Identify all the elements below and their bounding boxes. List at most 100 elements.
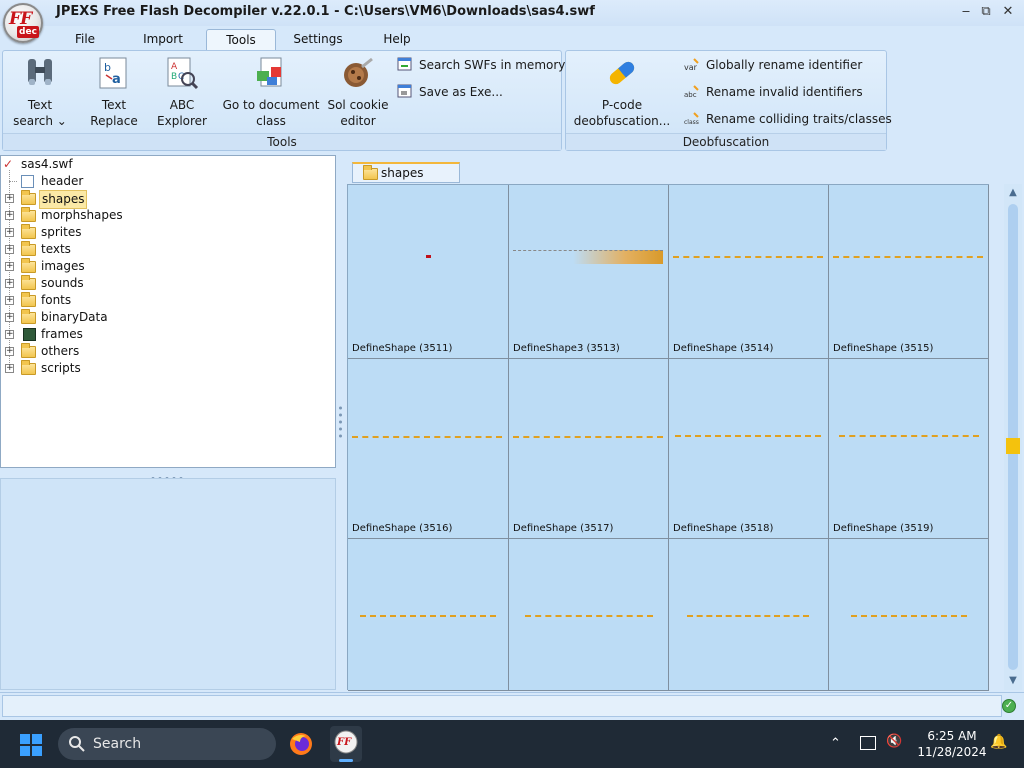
abc-explorer-label-1: ABC — [169, 98, 195, 112]
scroll-down-arrow-icon[interactable]: ▼ — [1004, 672, 1022, 690]
tree-item-morphshapes[interactable]: + morphshapes — [1, 207, 301, 224]
shape-cell[interactable] — [509, 539, 669, 691]
tree-item-sounds[interactable]: + sounds — [1, 275, 301, 292]
tree-item-label: frames — [41, 327, 83, 341]
expand-icon[interactable]: + — [5, 262, 14, 271]
vertical-splitter-handle[interactable] — [338, 405, 343, 439]
expand-icon[interactable]: + — [5, 245, 14, 254]
rename-invalid-identifiers-button[interactable]: abc Rename invalid identifiers — [684, 82, 863, 102]
expand-icon[interactable]: + — [5, 364, 14, 373]
shape-preview — [675, 435, 821, 438]
expand-icon[interactable]: + — [5, 347, 14, 356]
logo-subtext: dec — [17, 26, 39, 38]
taskbar-search-box[interactable]: Search — [58, 728, 276, 760]
shape-cell[interactable]: DefineShape (3517) — [509, 359, 669, 539]
expand-icon[interactable]: + — [5, 296, 14, 305]
tab-import[interactable]: Import — [134, 29, 192, 50]
shape-cell[interactable]: DefineShape (3519) — [829, 359, 989, 539]
shape-cell[interactable]: DefineShape (3518) — [669, 359, 829, 539]
ffdec-taskbar-icon[interactable]: FF — [330, 726, 362, 762]
tree-item-sprites[interactable]: + sprites — [1, 224, 301, 241]
close-button[interactable]: ✕ — [998, 4, 1018, 19]
scrollbar-thumb[interactable] — [1008, 204, 1018, 670]
go-to-class-label-2: class — [256, 114, 286, 128]
tree-item-binarydata[interactable]: + binaryData — [1, 309, 301, 326]
shape-cell[interactable] — [669, 539, 829, 691]
search-icon — [68, 735, 86, 756]
window-title: JPEXS Free Flash Decompiler v.22.0.1 - C… — [56, 4, 595, 19]
minimize-button[interactable]: ‒ — [956, 4, 976, 19]
expand-icon[interactable]: + — [5, 211, 14, 220]
tree-item-others[interactable]: + others — [1, 343, 301, 360]
horizontal-splitter-handle[interactable] — [150, 470, 184, 480]
taskbar-search-label: Search — [93, 736, 142, 752]
title-bar: JPEXS Free Flash Decompiler v.22.0.1 - C… — [0, 0, 1024, 26]
save-as-exe-button[interactable]: Save as Exe... — [397, 82, 503, 102]
tab-help[interactable]: Help — [372, 29, 422, 50]
folder-icon — [21, 190, 36, 205]
shape-cell[interactable] — [829, 539, 989, 691]
tree-item-label: images — [41, 259, 85, 273]
expand-icon[interactable]: + — [5, 279, 14, 288]
expand-icon[interactable]: + — [5, 228, 14, 237]
tree-item-fonts[interactable]: + fonts — [1, 292, 301, 309]
chevron-up-icon[interactable]: ⌃ — [830, 736, 841, 751]
vertical-scrollbar[interactable]: ▲ ▼ — [1004, 184, 1022, 690]
folder-icon — [21, 275, 36, 290]
svg-text:a: a — [112, 72, 121, 87]
cookie-icon — [340, 55, 376, 91]
tree-item-texts[interactable]: + texts — [1, 241, 301, 258]
expand-icon[interactable]: + — [5, 330, 14, 339]
text-search-label-2: search ⌄ — [13, 114, 67, 128]
shape-cell-label: DefineShape3 (3513) — [513, 343, 620, 354]
go-to-document-class-button[interactable]: Go to document class — [219, 53, 323, 129]
shape-cell[interactable]: DefineShape3 (3513) — [509, 185, 669, 359]
network-icon[interactable] — [860, 736, 876, 750]
windows-start-icon[interactable] — [20, 734, 42, 756]
tab-file[interactable]: File — [62, 29, 108, 50]
maximize-button[interactable]: ⧉ — [976, 4, 996, 19]
tab-settings[interactable]: Settings — [286, 29, 350, 50]
svg-text:var: var — [684, 63, 698, 72]
app-window: JPEXS Free Flash Decompiler v.22.0.1 - C… — [0, 0, 1024, 720]
shape-cell[interactable]: DefineShape (3516) — [348, 359, 509, 539]
text-search-button[interactable]: Text search ⌄ — [5, 53, 75, 129]
swf-file-icon: ✓ — [3, 157, 14, 171]
shape-cell[interactable]: DefineShape (3514) — [669, 185, 829, 359]
scroll-up-arrow-icon[interactable]: ▲ — [1004, 184, 1022, 202]
pcode-deobfuscation-button[interactable]: P-code deobfuscation... — [572, 53, 672, 129]
scroll-position-marker — [1006, 438, 1020, 454]
tree-item-frames[interactable]: + frames — [1, 326, 301, 343]
shape-cell[interactable]: DefineShape (3515) — [829, 185, 989, 359]
tree-item-label: binaryData — [41, 310, 108, 324]
shape-cell[interactable]: DefineShape (3511) — [348, 185, 509, 359]
search-swfs-in-memory-button[interactable]: Search SWFs in memory — [397, 55, 565, 75]
tree-item-label: sounds — [41, 276, 84, 290]
search-memory-icon — [397, 57, 413, 73]
tree-item-scripts[interactable]: + scripts — [1, 360, 301, 377]
deobfuscation-group-label: Deobfuscation — [566, 133, 886, 150]
sol-cookie-editor-button[interactable]: Sol cookie editor — [323, 53, 393, 129]
tree-item-shapes[interactable]: + shapes — [1, 190, 301, 209]
firefox-icon[interactable] — [288, 731, 314, 757]
tab-tools[interactable]: Tools — [206, 29, 276, 50]
rename-colliding-traits-button[interactable]: class Rename colliding traits/classes — [684, 109, 892, 129]
notification-bell-icon[interactable]: 🔔 — [990, 734, 1007, 750]
tree-item-images[interactable]: + images — [1, 258, 301, 275]
abc-explorer-button[interactable]: ABC ABC Explorer — [149, 53, 215, 129]
tree-root[interactable]: ✓ sas4.swf — [3, 156, 73, 173]
text-replace-button[interactable]: ba Text Replace — [79, 53, 149, 129]
tree-item-header[interactable]: header — [9, 173, 215, 190]
rename-class-icon: class — [684, 111, 700, 127]
svg-text:b: b — [104, 61, 111, 74]
folder-icon — [21, 207, 36, 222]
expand-icon[interactable]: + — [5, 194, 14, 203]
taskbar-clock[interactable]: 6:25 AM 11/28/2024 — [912, 728, 992, 760]
shapes-tab[interactable]: shapes — [352, 162, 460, 183]
ffdec-logo-icon: FF dec — [3, 3, 43, 43]
volume-muted-icon[interactable]: 🔇 — [886, 734, 902, 749]
globally-rename-identifier-button[interactable]: var Globally rename identifier — [684, 55, 862, 75]
expand-icon[interactable]: + — [5, 313, 14, 322]
text-replace-icon: ba — [96, 55, 132, 91]
shape-cell[interactable] — [348, 539, 509, 691]
